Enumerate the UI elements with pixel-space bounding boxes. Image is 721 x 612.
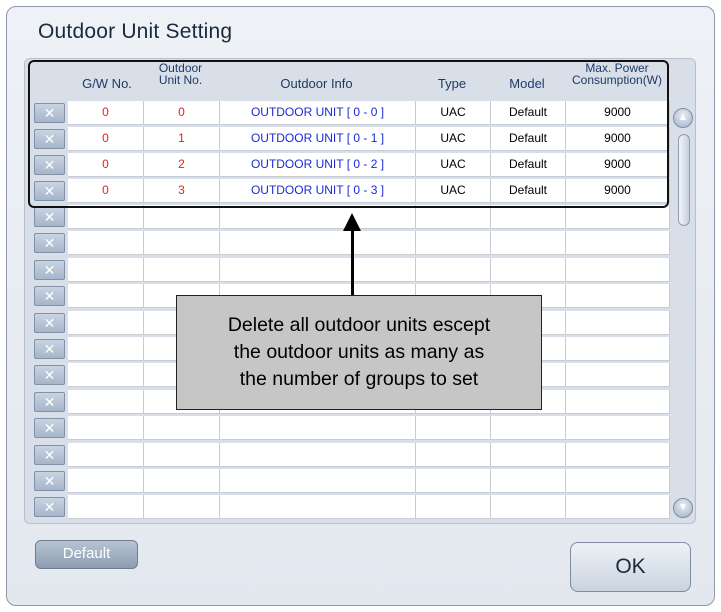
callout-line: the outdoor units as many as <box>233 341 485 363</box>
empty-cell <box>491 231 566 256</box>
empty-cell <box>68 205 144 229</box>
empty-cell <box>566 257 670 282</box>
empty-cell <box>566 284 670 309</box>
table-row: ✕ <box>34 495 670 520</box>
empty-cell <box>220 257 416 282</box>
empty-cell <box>68 416 144 441</box>
empty-cell <box>68 337 144 361</box>
scroll-up-icon[interactable]: ▲ <box>673 108 693 128</box>
delete-row-button[interactable]: ✕ <box>34 339 65 359</box>
delete-row-button[interactable]: ✕ <box>34 233 65 254</box>
delete-row-button[interactable]: ✕ <box>34 286 65 307</box>
empty-cell <box>566 495 670 520</box>
empty-cell <box>220 416 416 441</box>
empty-cell <box>491 257 566 282</box>
empty-cell <box>68 495 144 520</box>
empty-cell <box>220 495 416 520</box>
empty-cell <box>144 205 220 229</box>
arrow-up-icon <box>343 213 361 231</box>
empty-cell <box>416 469 491 493</box>
empty-cell <box>566 337 670 361</box>
empty-cell <box>68 363 144 388</box>
dialog-title: Outdoor Unit Setting <box>38 20 233 43</box>
delete-row-button[interactable]: ✕ <box>34 471 65 491</box>
empty-cell <box>566 442 670 467</box>
empty-cell <box>144 416 220 441</box>
callout-note: Delete all outdoor units escept the outd… <box>176 295 542 410</box>
scroll-down-icon[interactable]: ▼ <box>673 498 693 518</box>
empty-cell <box>566 205 670 229</box>
empty-cell <box>416 416 491 441</box>
empty-cell <box>566 363 670 388</box>
empty-cell <box>566 416 670 441</box>
delete-row-button[interactable]: ✕ <box>34 497 65 518</box>
empty-cell <box>68 442 144 467</box>
delete-row-button[interactable]: ✕ <box>34 365 65 386</box>
empty-cell <box>68 469 144 493</box>
delete-row-button[interactable]: ✕ <box>34 259 65 280</box>
table-row: ✕ <box>34 469 670 493</box>
empty-cell <box>144 442 220 467</box>
delete-row-button[interactable]: ✕ <box>34 444 65 465</box>
empty-cell <box>220 469 416 493</box>
empty-cell <box>566 469 670 493</box>
default-button[interactable]: Default <box>35 540 138 569</box>
empty-cell <box>220 231 416 256</box>
empty-cell <box>68 310 144 335</box>
empty-cell <box>144 231 220 256</box>
empty-cell <box>416 442 491 467</box>
ok-button[interactable]: OK <box>570 542 691 592</box>
empty-cell <box>566 231 670 256</box>
empty-cell <box>416 205 491 229</box>
scroll-thumb[interactable] <box>678 134 690 226</box>
table-row: ✕ <box>34 416 670 441</box>
empty-cell <box>566 310 670 335</box>
empty-cell <box>416 495 491 520</box>
delete-row-button[interactable]: ✕ <box>34 312 65 333</box>
delete-row-button[interactable]: ✕ <box>34 391 65 412</box>
callout-line: the number of groups to set <box>239 368 479 390</box>
empty-cell <box>68 257 144 282</box>
empty-cell <box>68 231 144 256</box>
empty-cell <box>491 469 566 493</box>
empty-cell <box>68 284 144 309</box>
empty-cell <box>144 257 220 282</box>
empty-cell <box>491 205 566 229</box>
empty-cell <box>144 469 220 493</box>
callout-line: Delete all outdoor units escept <box>227 314 491 336</box>
empty-cell <box>566 389 670 414</box>
empty-cell <box>491 442 566 467</box>
delete-row-button[interactable]: ✕ <box>34 207 65 227</box>
empty-cell <box>416 257 491 282</box>
table-row: ✕ <box>34 442 670 467</box>
empty-cell <box>491 495 566 520</box>
empty-cell <box>220 205 416 229</box>
highlight-box <box>28 60 669 208</box>
delete-row-button[interactable]: ✕ <box>34 418 65 439</box>
empty-cell <box>416 231 491 256</box>
arrow-line <box>351 230 354 296</box>
empty-cell <box>68 389 144 414</box>
empty-cell <box>220 442 416 467</box>
empty-cell <box>491 416 566 441</box>
empty-cell <box>144 495 220 520</box>
